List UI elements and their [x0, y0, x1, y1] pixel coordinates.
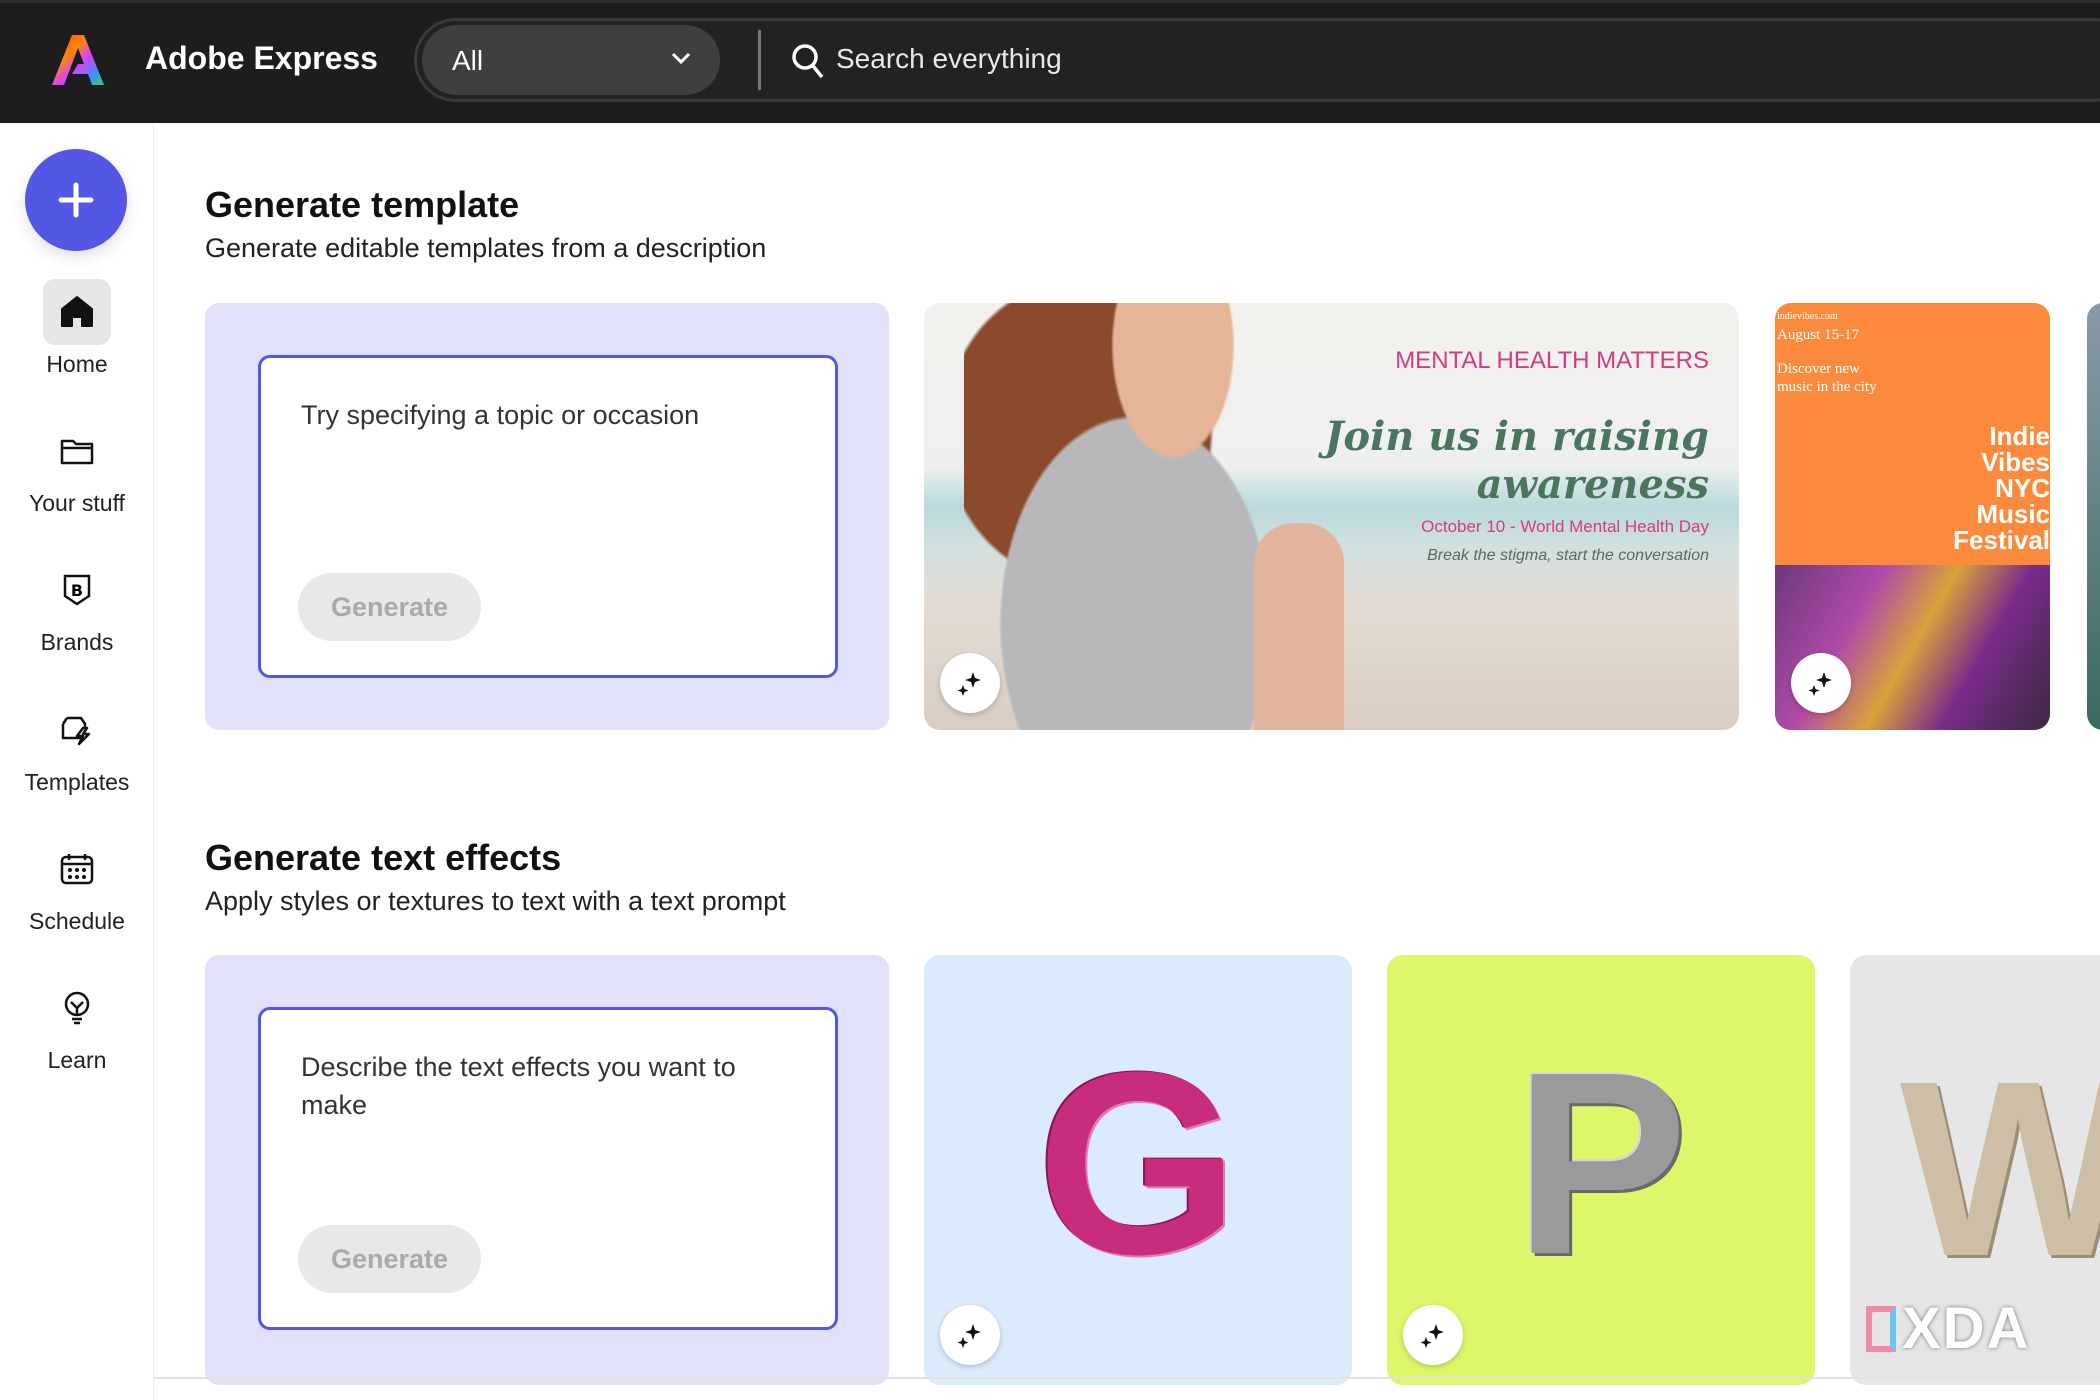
create-new-button[interactable] — [25, 149, 127, 251]
sidebar-item-label: Templates — [24, 769, 130, 795]
svg-text:B: B — [71, 581, 83, 600]
generate-button[interactable]: Generate — [298, 573, 481, 641]
thumb-text: music in the city — [1777, 379, 1877, 395]
thumb-text: August 15-17 — [1777, 327, 1860, 343]
ai-sparkle-badge — [940, 1305, 1000, 1365]
ai-sparkle-badge — [1791, 653, 1851, 713]
thumb-title: Vibes — [1981, 447, 2050, 477]
sidebar-item-home[interactable]: Home — [0, 279, 154, 378]
thumb-text: Discover new — [1777, 361, 1860, 377]
adobe-express-logo[interactable] — [50, 33, 106, 89]
sidebar-item-learn[interactable]: Learn — [0, 975, 154, 1074]
sparkle-icon — [957, 1324, 981, 1348]
thumb-line: October 10 - World Mental Health Day — [1421, 517, 1709, 536]
section-subtitle: Generate editable templates from a descr… — [205, 233, 767, 263]
xda-watermark: XDA — [1866, 1295, 2030, 1362]
sidebar-item-label: Home — [46, 351, 108, 377]
brand-icon: B — [63, 574, 91, 606]
sidebar-item-label: Your stuff — [29, 490, 125, 516]
thumb-title: Music — [1976, 499, 2050, 529]
hands-photo — [1254, 523, 1344, 730]
thumb-line: Break the stigma, start the conversation — [1427, 547, 1709, 564]
home-icon — [61, 296, 93, 327]
sparkle-icon — [1420, 1324, 1444, 1348]
section-subtitle: Apply styles or textures to text with a … — [205, 886, 786, 916]
text-effect-thumbnail-fur[interactable]: W XDA — [1850, 955, 2100, 1385]
chevron-down-icon — [671, 52, 691, 65]
search-input[interactable] — [836, 36, 1736, 82]
sparkle-icon — [1808, 672, 1832, 696]
plus-icon — [58, 182, 94, 218]
thumb-script: Join us in raising — [1324, 413, 1710, 460]
effect-letter: W — [1900, 1029, 2100, 1308]
template-thumbnail-partial[interactable] — [2087, 303, 2100, 730]
section-title: Generate template — [205, 184, 520, 225]
effect-letter: P — [1514, 1019, 1688, 1309]
thumb-title: Festival — [1953, 525, 2050, 555]
section-title: Generate text effects — [205, 837, 562, 878]
sidebar-item-your-stuff[interactable]: Your stuff — [0, 418, 154, 517]
thumb-script: awareness — [1476, 461, 1709, 508]
app-title: Adobe Express — [145, 40, 378, 76]
calendar-icon — [60, 854, 94, 885]
divider — [154, 1377, 2100, 1379]
effect-letter: G — [1036, 1019, 1240, 1309]
sidebar-item-brands[interactable]: B Brands — [0, 557, 154, 656]
sidebar-item-label: Brands — [40, 629, 114, 655]
template-thumbnail-mental-health[interactable]: MENTAL HEALTH MATTERS Join us in raising… — [924, 303, 1739, 730]
ai-sparkle-badge — [940, 653, 1000, 713]
divider — [758, 30, 761, 90]
search-scope-dropdown[interactable]: All — [422, 25, 720, 95]
prompt-placeholder: Try specifying a topic or occasion — [301, 400, 700, 430]
text-effect-thumbnail-glitter[interactable]: G — [924, 955, 1352, 1385]
sidebar-item-label: Schedule — [29, 908, 125, 934]
text-effect-thumbnail-puffer[interactable]: P — [1387, 955, 1815, 1385]
templates-icon — [61, 716, 91, 746]
template-prompt-input[interactable]: Try specifying a topic or occasion Gener… — [258, 355, 838, 678]
sidebar-item-templates[interactable]: Templates — [0, 697, 154, 796]
prompt-placeholder: Describe the text effects you want to ma… — [301, 1052, 736, 1120]
sidebar-item-label: Learn — [47, 1047, 107, 1073]
folder-icon — [60, 439, 94, 465]
ai-sparkle-badge — [1403, 1305, 1463, 1365]
search-icon — [792, 44, 824, 79]
thumb-heading: MENTAL HEALTH MATTERS — [1395, 347, 1709, 374]
generate-button[interactable]: Generate — [298, 1225, 481, 1293]
thumb-text: indievibes.com — [1777, 311, 1838, 322]
template-thumbnail-indie-vibes[interactable]: indievibes.com August 15-17 Discover new… — [1775, 303, 2050, 730]
thumb-title: NYC — [1995, 473, 2050, 503]
thumb-title: Indie — [1989, 421, 2050, 451]
sidebar-item-schedule[interactable]: Schedule — [0, 836, 154, 935]
lightbulb-icon — [64, 991, 90, 1025]
text-effects-prompt-input[interactable]: Describe the text effects you want to ma… — [258, 1007, 838, 1330]
scope-value: All — [452, 45, 484, 76]
sparkle-icon — [957, 672, 981, 696]
